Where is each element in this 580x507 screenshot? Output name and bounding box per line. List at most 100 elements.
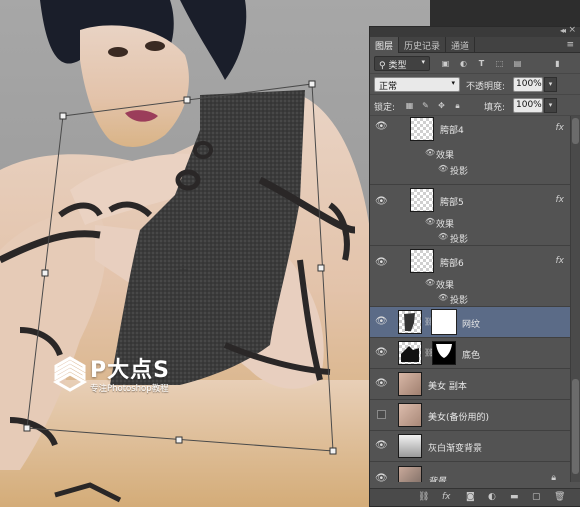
fx-icon[interactable]: fx (556, 256, 565, 266)
fill-label: 填充: (484, 103, 506, 113)
opacity-dropdown-icon[interactable]: ▾ (544, 77, 557, 92)
layer-name[interactable]: 胯部6 (440, 256, 464, 269)
effect-eye-icon[interactable]: 👁︎ (438, 164, 448, 173)
fill-dropdown-icon[interactable]: ▾ (544, 98, 557, 113)
filter-kind-select[interactable]: ⚲ 类型 ▾ (374, 56, 430, 71)
layer-item[interactable]: 美女(备份用的) (370, 400, 570, 431)
smart-object-filter-icon[interactable]: ▤ (510, 56, 525, 71)
layers-scrollbar[interactable] (570, 116, 580, 482)
chevron-down-icon: ▾ (421, 58, 425, 66)
search-icon: ⚲ (379, 61, 386, 71)
layer-item[interactable]: 👁︎ 胯部4 fx 👁︎ 效果 👁︎ 投影 (370, 116, 570, 185)
close-icon[interactable]: × (568, 25, 576, 35)
add-style-icon[interactable]: fx (442, 492, 451, 502)
effect-eye-icon[interactable]: 👁︎ (438, 232, 448, 241)
adjustment-filter-icon[interactable]: ◐ (456, 56, 471, 71)
effects-eye-icon[interactable]: 👁︎ (425, 278, 435, 287)
layer-name[interactable]: 底色 (462, 348, 480, 361)
tab-channels[interactable]: 通道 (446, 37, 476, 53)
scrollbar-thumb[interactable] (572, 379, 579, 474)
eye-icon[interactable]: 👁︎ (375, 316, 388, 327)
layers-panel: ◂◂ × 图层 历史记录 通道 ≡ ⚲ 类型 ▾ ▣ ◐ T ⬚ ▤ ▮ 正常 … (369, 25, 580, 507)
layer-item[interactable]: 👁︎ 胯部5 fx 👁︎ 效果 👁︎ 投影 (370, 185, 570, 246)
eye-icon[interactable]: 👁︎ (375, 196, 388, 207)
tab-history[interactable]: 历史记录 (399, 37, 447, 53)
effects-eye-icon[interactable]: 👁︎ (425, 148, 435, 157)
layer-item[interactable]: 👁︎ 灰白渐变背景 (370, 431, 570, 462)
panel-title-bar[interactable]: ◂◂ × (370, 25, 580, 37)
effect-eye-icon[interactable]: 👁︎ (438, 293, 448, 302)
layer-item[interactable]: 👁︎ 背景 🔒︎ (370, 462, 570, 482)
eye-icon[interactable]: 👁︎ (375, 121, 388, 132)
layer-thumbnail (410, 117, 434, 141)
adjustment-layer-icon[interactable]: ◐ (488, 492, 496, 502)
layer-name[interactable]: 美女 副本 (428, 379, 467, 392)
opacity-input[interactable]: 100% (513, 77, 543, 92)
link-layers-icon[interactable]: ⛓︎ (418, 492, 429, 502)
eye-icon[interactable]: 👁︎ (375, 347, 388, 358)
watermark: P大点S 专注Photoshop教程 (52, 354, 232, 394)
blend-mode-value: 正常 (379, 82, 398, 92)
shape-filter-icon[interactable]: ⬚ (492, 56, 507, 71)
panel-menu-icon[interactable]: ≡ (566, 40, 574, 50)
watermark-tagline: 专注Photoshop教程 (90, 384, 169, 394)
lock-label: 锁定: (374, 103, 396, 113)
lock-row: 锁定: ▦ ✎ ✥ 🔒︎ 填充: 100% ▾ (370, 95, 580, 116)
filter-row: ⚲ 类型 ▾ ▣ ◐ T ⬚ ▤ ▮ (370, 53, 580, 74)
lock-all-icon[interactable]: 🔒︎ (450, 98, 465, 113)
scrollbar-top-thumb[interactable] (572, 118, 579, 144)
layer-item-selected[interactable]: 👁︎ ⛓︎ 网纹 (370, 307, 570, 338)
base-thumb-icon (401, 346, 419, 362)
effect-drop-shadow[interactable]: 投影 (450, 293, 468, 306)
opacity-label: 不透明度: (466, 82, 506, 92)
lock-paint-icon[interactable]: ✎ (418, 98, 433, 113)
layer-thumbnail (410, 188, 434, 212)
eye-icon[interactable]: 👁︎ (375, 473, 388, 482)
chevron-down-icon: ▾ (451, 79, 455, 87)
layers-list: 👁︎ 胯部4 fx 👁︎ 效果 👁︎ 投影 👁︎ 胯部5 fx 👁︎ 效果 👁︎… (370, 116, 570, 482)
layer-mask-thumbnail[interactable] (432, 341, 456, 365)
panel-footer: ⛓︎ fx ◙ ◐ ▬ ▢ 🗑︎ (370, 488, 580, 506)
effect-drop-shadow[interactable]: 投影 (450, 164, 468, 177)
layer-item[interactable]: 👁︎ 美女 副本 (370, 369, 570, 400)
layer-name[interactable]: 美女(备份用的) (428, 410, 489, 423)
layer-item[interactable]: 👁︎ ⛓︎ 底色 (370, 338, 570, 369)
layer-thumbnail (398, 310, 422, 334)
layer-mask-thumbnail[interactable] (431, 309, 457, 335)
collapse-icon[interactable]: ◂◂ (560, 26, 566, 35)
face (80, 25, 189, 147)
layer-thumbnail (398, 466, 422, 482)
blend-row: 正常 ▾ 不透明度: 100% ▾ (370, 74, 580, 95)
fx-icon[interactable]: fx (556, 195, 565, 205)
watermark-brand: P大点S (90, 358, 170, 383)
layer-name[interactable]: 胯部5 (440, 195, 464, 208)
pixel-filter-icon[interactable]: ▣ (438, 56, 453, 71)
type-filter-icon[interactable]: T (474, 56, 489, 71)
texture-thumb-icon (404, 313, 415, 331)
effects-eye-icon[interactable]: 👁︎ (425, 217, 435, 226)
effects-label: 效果 (436, 151, 455, 161)
new-layer-icon[interactable]: ▢ (532, 492, 541, 502)
blend-mode-select[interactable]: 正常 ▾ (374, 77, 460, 92)
layer-name[interactable]: 灰白渐变背景 (428, 441, 482, 454)
lock-transparent-icon[interactable]: ▦ (402, 98, 417, 113)
mask-thumb-icon (436, 344, 452, 358)
filter-toggle-icon[interactable]: ▮ (550, 56, 565, 71)
layer-name[interactable]: 网纹 (462, 317, 480, 330)
eye-icon[interactable]: 👁︎ (375, 257, 388, 268)
visibility-toggle-off[interactable] (377, 410, 386, 419)
new-group-icon[interactable]: ▬ (510, 492, 519, 502)
layer-name[interactable]: 胯部4 (440, 123, 464, 136)
eye-icon[interactable]: 👁︎ (375, 378, 388, 389)
layer-item[interactable]: 👁︎ 胯部6 fx 👁︎ 效果 👁︎ 投影 (370, 246, 570, 307)
lock-position-icon[interactable]: ✥ (434, 98, 449, 113)
eye-icon[interactable]: 👁︎ (375, 440, 388, 451)
effect-drop-shadow[interactable]: 投影 (450, 232, 468, 245)
tab-layers[interactable]: 图层 (370, 37, 400, 53)
lock-icon: 🔒︎ (551, 473, 556, 482)
fill-input[interactable]: 100% (513, 98, 543, 113)
add-mask-icon[interactable]: ◙ (466, 492, 475, 502)
trash-icon[interactable]: 🗑︎ (554, 492, 565, 502)
layer-name[interactable]: 背景 (428, 474, 446, 482)
fx-icon[interactable]: fx (556, 123, 565, 133)
